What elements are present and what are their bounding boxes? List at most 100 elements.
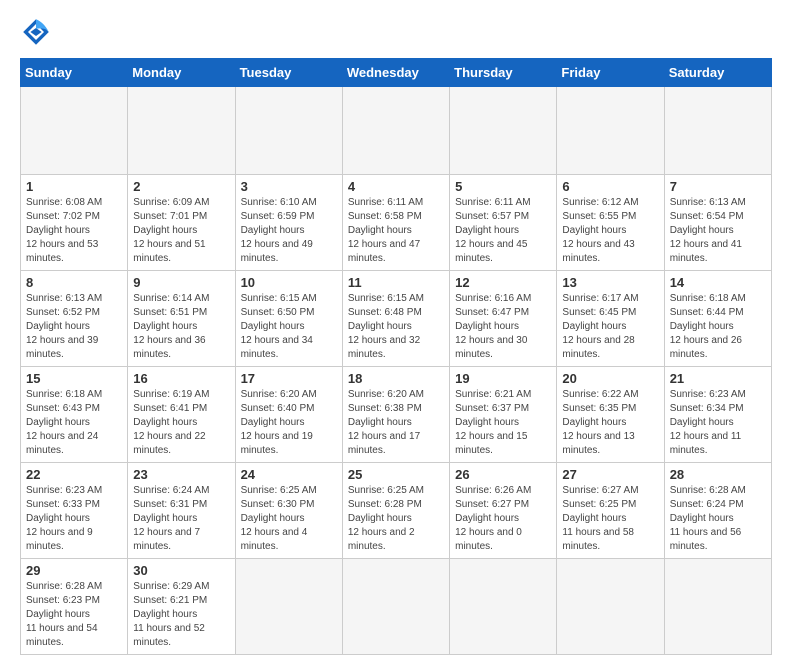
calendar-cell: 9 Sunrise: 6:14 AMSunset: 6:51 PMDaylight… [128,271,235,367]
weekday-header-tuesday: Tuesday [235,59,342,87]
calendar-cell: 28Sunrise: 6:28 AMSunset: 6:24 PMDayligh… [664,463,771,559]
day-number: 10 [241,275,337,290]
day-number: 19 [455,371,551,386]
calendar-cell [557,559,664,655]
weekday-header-monday: Monday [128,59,235,87]
calendar-cell: 6Sunrise: 6:12 AMSunset: 6:55 PMDaylight… [557,175,664,271]
day-number: 12 [455,275,551,290]
day-info: Sunrise: 6:17 AMSunset: 6:45 PMDaylight … [562,292,658,362]
day-number: 25 [348,467,444,482]
day-info: Sunrise: 6:08 AMSunset: 7:02 PMDaylight … [26,196,122,266]
calendar-cell: 24Sunrise: 6:25 AMSunset: 6:30 PMDayligh… [235,463,342,559]
calendar-cell: 19 Sunrise: 6:21 AMSunset: 6:37 PMDayligh… [450,367,557,463]
day-number: 3 [241,179,337,194]
calendar-week-2: 8 Sunrise: 6:13 AMSunset: 6:52 PMDaylight… [21,271,772,367]
logo [20,16,56,48]
day-number: 11 [348,275,444,290]
weekday-header-wednesday: Wednesday [342,59,449,87]
day-info: Sunrise: 6:15 AMSunset: 6:48 PMDaylight … [348,292,444,362]
day-info: Sunrise: 6:25 AMSunset: 6:30 PMDaylight … [241,484,337,554]
calendar-cell: 29 Sunrise: 6:28 AMSunset: 6:23 PMDayligh… [21,559,128,655]
day-info: Sunrise: 6:09 AMSunset: 7:01 PMDaylight … [133,196,229,266]
day-info: Sunrise: 6:22 AMSunset: 6:35 PMDaylight … [562,388,658,458]
calendar-cell: 16Sunrise: 6:19 AMSunset: 6:41 PMDayligh… [128,367,235,463]
day-number: 13 [562,275,658,290]
calendar-cell: 11 Sunrise: 6:15 AMSunset: 6:48 PMDayligh… [342,271,449,367]
calendar-cell [235,559,342,655]
calendar-cell [450,87,557,175]
day-number: 21 [670,371,766,386]
day-info: Sunrise: 6:13 AMSunset: 6:54 PMDaylight … [670,196,766,266]
calendar-cell [21,87,128,175]
day-info: Sunrise: 6:19 AMSunset: 6:41 PMDaylight … [133,388,229,458]
day-number: 2 [133,179,229,194]
day-info: Sunrise: 6:20 AMSunset: 6:38 PMDaylight … [348,388,444,458]
calendar-cell [128,87,235,175]
calendar-cell [664,559,771,655]
day-info: Sunrise: 6:23 AMSunset: 6:33 PMDaylight … [26,484,122,554]
calendar-table: SundayMondayTuesdayWednesdayThursdayFrid… [20,58,772,655]
calendar-cell: 22 Sunrise: 6:23 AMSunset: 6:33 PMDayligh… [21,463,128,559]
calendar-cell: 30 Sunrise: 6:29 AMSunset: 6:21 PMDayligh… [128,559,235,655]
day-number: 4 [348,179,444,194]
day-info: Sunrise: 6:16 AMSunset: 6:47 PMDaylight … [455,292,551,362]
weekday-header-thursday: Thursday [450,59,557,87]
header [20,16,772,48]
day-info: Sunrise: 6:14 AMSunset: 6:51 PMDaylight … [133,292,229,362]
day-info: Sunrise: 6:20 AMSunset: 6:40 PMDaylight … [241,388,337,458]
calendar-cell: 13 Sunrise: 6:17 AMSunset: 6:45 PMDayligh… [557,271,664,367]
calendar-cell: 18 Sunrise: 6:20 AMSunset: 6:38 PMDayligh… [342,367,449,463]
day-info: Sunrise: 6:23 AMSunset: 6:34 PMDaylight … [670,388,766,458]
day-number: 8 [26,275,122,290]
day-info: Sunrise: 6:27 AMSunset: 6:25 PMDaylight … [562,484,658,554]
calendar-week-4: 22 Sunrise: 6:23 AMSunset: 6:33 PMDayligh… [21,463,772,559]
calendar-cell: 7 Sunrise: 6:13 AMSunset: 6:54 PMDaylight… [664,175,771,271]
calendar-cell: 26 Sunrise: 6:26 AMSunset: 6:27 PMDayligh… [450,463,557,559]
day-info: Sunrise: 6:12 AMSunset: 6:55 PMDaylight … [562,196,658,266]
day-info: Sunrise: 6:11 AMSunset: 6:58 PMDaylight … [348,196,444,266]
calendar-cell [557,87,664,175]
day-number: 22 [26,467,122,482]
day-number: 26 [455,467,551,482]
calendar-cell: 8 Sunrise: 6:13 AMSunset: 6:52 PMDaylight… [21,271,128,367]
calendar-cell [450,559,557,655]
day-number: 15 [26,371,122,386]
day-info: Sunrise: 6:25 AMSunset: 6:28 PMDaylight … [348,484,444,554]
calendar-cell [664,87,771,175]
day-info: Sunrise: 6:21 AMSunset: 6:37 PMDaylight … [455,388,551,458]
day-info: Sunrise: 6:13 AMSunset: 6:52 PMDaylight … [26,292,122,362]
calendar-cell [342,559,449,655]
calendar-cell: 5Sunrise: 6:11 AMSunset: 6:57 PMDaylight… [450,175,557,271]
calendar-cell: 4 Sunrise: 6:11 AMSunset: 6:58 PMDaylight… [342,175,449,271]
day-number: 18 [348,371,444,386]
day-number: 27 [562,467,658,482]
day-number: 9 [133,275,229,290]
calendar-cell: 14 Sunrise: 6:18 AMSunset: 6:44 PMDayligh… [664,271,771,367]
day-number: 30 [133,563,229,578]
day-info: Sunrise: 6:26 AMSunset: 6:27 PMDaylight … [455,484,551,554]
weekday-header-friday: Friday [557,59,664,87]
calendar-cell: 3 Sunrise: 6:10 AMSunset: 6:59 PMDaylight… [235,175,342,271]
day-number: 14 [670,275,766,290]
day-info: Sunrise: 6:10 AMSunset: 6:59 PMDaylight … [241,196,337,266]
page-container: SundayMondayTuesdayWednesdayThursdayFrid… [0,0,792,665]
calendar-week-3: 15Sunrise: 6:18 AMSunset: 6:43 PMDayligh… [21,367,772,463]
weekday-header-sunday: Sunday [21,59,128,87]
day-number: 7 [670,179,766,194]
day-number: 17 [241,371,337,386]
calendar-cell: 15Sunrise: 6:18 AMSunset: 6:43 PMDayligh… [21,367,128,463]
weekday-header-saturday: Saturday [664,59,771,87]
day-info: Sunrise: 6:28 AMSunset: 6:23 PMDaylight … [26,580,122,650]
calendar-cell [342,87,449,175]
day-info: Sunrise: 6:29 AMSunset: 6:21 PMDaylight … [133,580,229,650]
calendar-cell: 2 Sunrise: 6:09 AMSunset: 7:01 PMDaylight… [128,175,235,271]
calendar-cell: 25 Sunrise: 6:25 AMSunset: 6:28 PMDayligh… [342,463,449,559]
day-number: 29 [26,563,122,578]
calendar-cell: 17 Sunrise: 6:20 AMSunset: 6:40 PMDayligh… [235,367,342,463]
day-number: 20 [562,371,658,386]
day-info: Sunrise: 6:18 AMSunset: 6:44 PMDaylight … [670,292,766,362]
calendar-week-0 [21,87,772,175]
calendar-cell: 10Sunrise: 6:15 AMSunset: 6:50 PMDayligh… [235,271,342,367]
calendar-cell [235,87,342,175]
day-info: Sunrise: 6:28 AMSunset: 6:24 PMDaylight … [670,484,766,554]
